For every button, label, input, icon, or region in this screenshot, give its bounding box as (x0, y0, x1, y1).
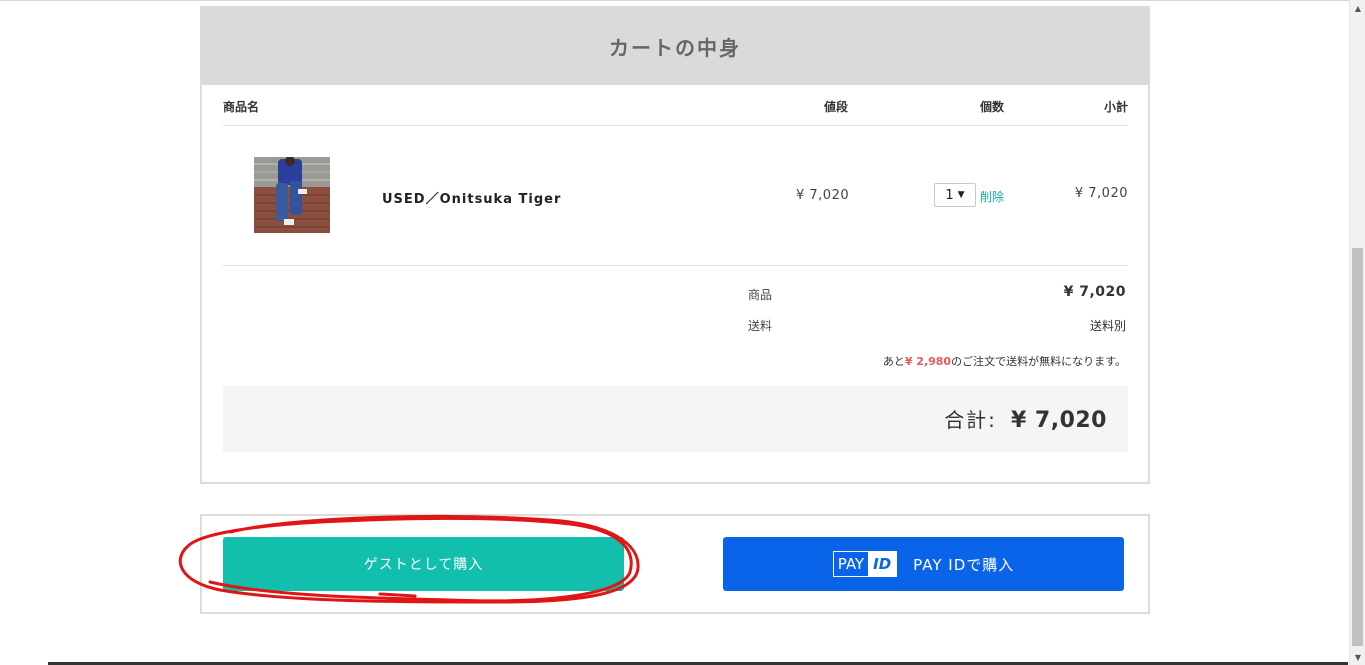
product-photo-icon (254, 157, 330, 233)
cart-header: カートの中身 (202, 8, 1148, 85)
chevron-down-icon: ▼ (957, 190, 965, 200)
free-shipping-suffix: のご注文で送料が無料になります。 (951, 355, 1126, 368)
product-subtotal: ¥ 7,020 (1074, 186, 1128, 201)
summary-shipping-label: 送料 (748, 319, 773, 333)
total-label: 合計: (944, 408, 997, 432)
column-header-quantity: 個数 (980, 100, 1005, 114)
top-divider (0, 0, 1349, 1)
product-price: ¥ 7,020 (796, 188, 850, 203)
cart-table-header: 商品名 値段 個数 小計 (223, 85, 1128, 126)
free-shipping-prefix: あと (882, 355, 905, 368)
quantity-value: 1 (945, 187, 954, 203)
total-value: ¥ 7,020 (1010, 408, 1107, 433)
vertical-scrollbar[interactable]: ▲ ▼ (1349, 0, 1365, 665)
column-header-price: 値段 (824, 100, 849, 114)
summary-products-label: 商品 (748, 288, 773, 302)
triangle-down-icon[interactable]: ▼ (1350, 649, 1365, 665)
quantity-select[interactable]: 1 ▼ (934, 183, 976, 207)
page-viewport: カートの中身 商品名 値段 個数 小計 USED／Onitsuka Tiger … (0, 0, 1349, 665)
cart-item-row: USED／Onitsuka Tiger ¥ 7,020 1 ▼ 削除 ¥ 7,0… (223, 126, 1128, 266)
product-thumbnail[interactable] (254, 157, 330, 233)
payid-logo: PAY ID (832, 551, 898, 577)
triangle-up-icon[interactable]: ▲ (1350, 0, 1365, 16)
total-bar: 合計: ¥ 7,020 (223, 386, 1128, 452)
product-name[interactable]: USED／Onitsuka Tiger (382, 188, 561, 207)
cart-title: カートの中身 (609, 36, 741, 60)
free-shipping-note: あと¥ 2,980のご注文で送料が無料になります。 (883, 353, 1126, 369)
column-header-subtotal: 小計 (1103, 100, 1128, 114)
payid-logo-id: ID (868, 552, 897, 576)
scrollbar-thumb[interactable] (1352, 248, 1363, 646)
delete-item-link[interactable]: 削除 (980, 188, 1004, 205)
payid-button-label: PAY IDで購入 (913, 555, 1015, 574)
guest-purchase-button[interactable]: ゲストとして購入 (223, 537, 624, 591)
summary-products-value: ¥ 7,020 (1063, 284, 1126, 300)
summary-shipping-value: 送料別 (1089, 319, 1126, 333)
total-amount: 合計: ¥ 7,020 (944, 404, 1107, 433)
cart-panel: カートの中身 商品名 値段 個数 小計 USED／Onitsuka Tiger … (200, 6, 1150, 484)
checkout-actions: ゲストとして購入 PAY ID PAY IDで購入 (200, 514, 1150, 614)
free-shipping-amount: ¥ 2,980 (904, 355, 952, 368)
payid-purchase-button[interactable]: PAY ID PAY IDで購入 (723, 537, 1124, 591)
payid-logo-pay: PAY (837, 555, 865, 573)
column-header-name: 商品名 (223, 100, 260, 114)
